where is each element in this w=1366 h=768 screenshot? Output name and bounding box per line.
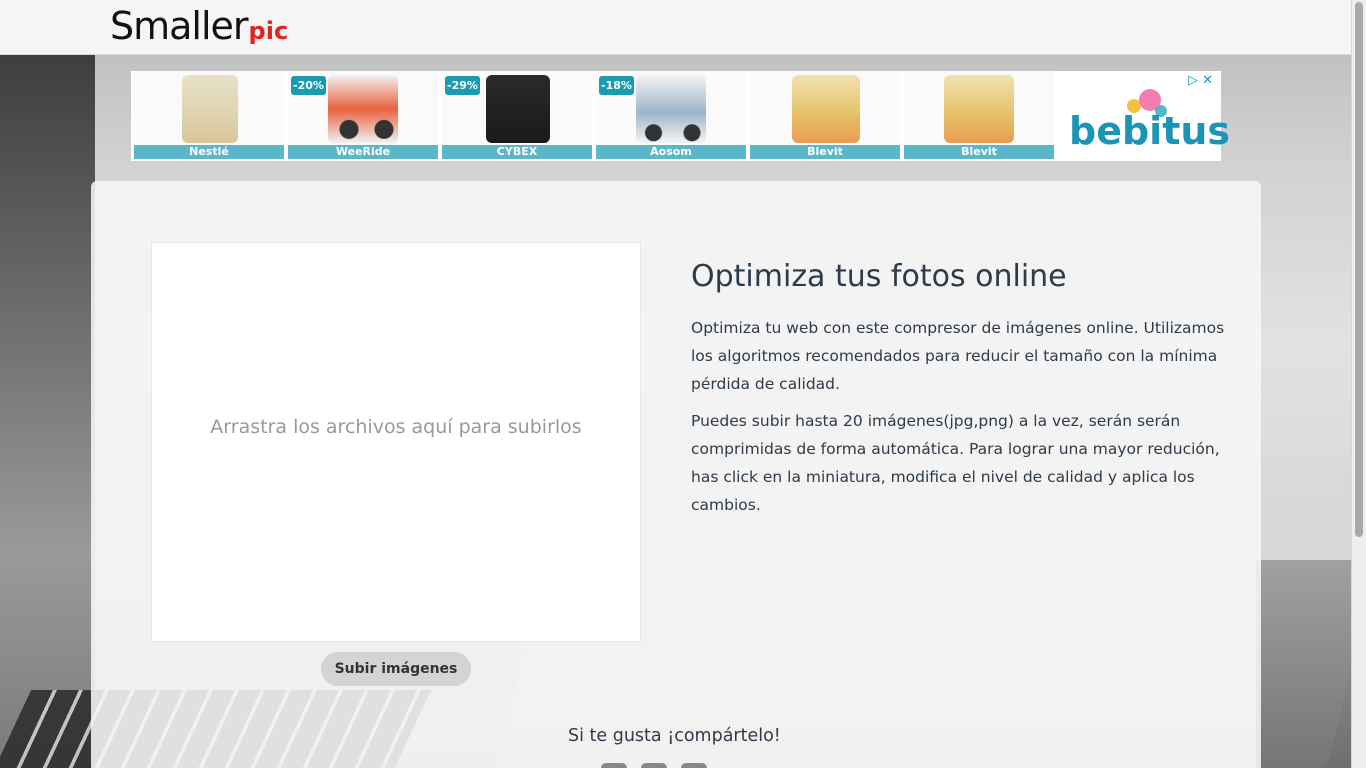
ad-discount-badge: -20% <box>291 76 326 95</box>
ad-banner[interactable]: Nestlé -20% WeeRide -29% CYBEX -18% Aoso… <box>131 71 1230 161</box>
ad-item-label: CYBEX <box>442 145 592 159</box>
bike-trailer-icon <box>328 75 398 143</box>
ad-discount-badge: -29% <box>445 76 480 95</box>
logo-main-text: Smaller <box>110 4 249 48</box>
main-card: Arrastra los archivos aquí para subirlos… <box>91 181 1261 768</box>
twitter-icon[interactable] <box>641 763 667 768</box>
ad-item-label: Aosom <box>596 145 746 159</box>
formula-box-icon <box>944 75 1014 143</box>
ad-item-label: Blevit <box>750 145 900 159</box>
ad-discount-badge: -18% <box>599 76 634 95</box>
ad-item[interactable]: -20% WeeRide <box>288 71 438 161</box>
info-paragraph: Optimiza tu web con este compresor de im… <box>691 319 1225 393</box>
share-prompt: Si te gusta ¡compártelo! <box>568 726 781 746</box>
ad-item[interactable]: -18% Aosom <box>596 71 746 161</box>
upload-images-button[interactable]: Subir imágenes <box>321 652 471 686</box>
ad-brand-logo[interactable]: bebitus ▷ ✕ <box>1055 71 1230 161</box>
site-header: Smallerpic <box>0 0 1352 55</box>
info-section: Optimiza tus fotos online Optimiza tu we… <box>691 259 1231 528</box>
ad-item[interactable]: Blevit <box>750 71 900 161</box>
ad-brand-name: bebitus <box>1069 109 1231 153</box>
stroller-icon <box>636 75 706 143</box>
page-scrollbar[interactable] <box>1351 0 1366 768</box>
site-logo[interactable]: Smallerpic <box>110 4 288 48</box>
share-icons <box>601 763 707 768</box>
logo-accent-text: pic <box>248 17 289 45</box>
ad-item[interactable]: -29% CYBEX <box>442 71 592 161</box>
file-dropzone[interactable]: Arrastra los archivos aquí para subirlos <box>151 242 641 642</box>
adchoices-icon[interactable]: ▷ ✕ <box>1188 73 1213 88</box>
dropzone-text: Arrastra los archivos aquí para subirlos <box>210 416 582 438</box>
background-dark-corner <box>1256 560 1366 768</box>
google-plus-icon[interactable] <box>681 763 707 768</box>
background-dark-edge <box>0 55 95 768</box>
page-title: Optimiza tus fotos online <box>691 259 1067 294</box>
ad-item-label: Blevit <box>904 145 1054 159</box>
ad-item-label: WeeRide <box>288 145 438 159</box>
scrollbar-thumb[interactable] <box>1355 2 1363 537</box>
cereal-box-icon <box>182 75 238 143</box>
car-seat-icon <box>486 75 550 143</box>
ad-item-label: Nestlé <box>134 145 284 159</box>
info-paragraph: Puedes subir hasta 20 imágenes(jpg,png) … <box>691 412 1220 514</box>
ad-item[interactable]: Blevit <box>904 71 1054 161</box>
ad-item[interactable]: Nestlé <box>134 71 284 161</box>
facebook-icon[interactable] <box>601 763 627 768</box>
formula-box-icon <box>792 75 860 143</box>
